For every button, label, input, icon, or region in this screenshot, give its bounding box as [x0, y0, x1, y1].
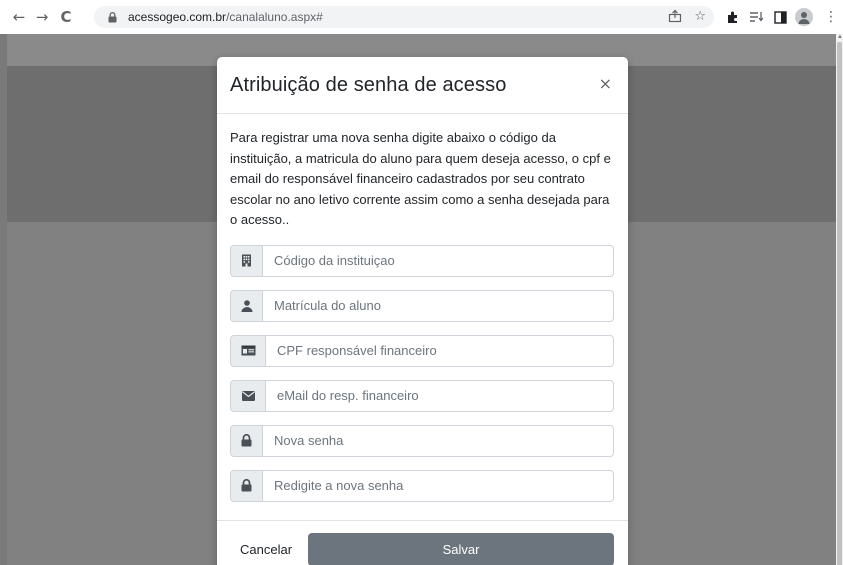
intro-text: Para registrar uma nova senha digite aba… — [230, 130, 611, 227]
new-password-input[interactable] — [263, 424, 614, 457]
id-card-icon — [230, 334, 266, 367]
cpf-input[interactable] — [266, 334, 614, 367]
cpf-row — [230, 334, 615, 367]
profile-avatar-icon[interactable] — [793, 6, 815, 28]
browser-toolbar: ← → C acessogeo.com.br/canalaluno.aspx# … — [0, 0, 843, 34]
forward-arrow-icon[interactable]: → — [31, 6, 53, 28]
extensions-puzzle-icon[interactable] — [722, 6, 744, 28]
url-domain: acessogeo.com.br — [128, 10, 227, 24]
modal-body: Para registrar uma nova senha digite aba… — [217, 114, 628, 502]
back-arrow-icon[interactable]: ← — [8, 6, 30, 28]
new-password-row — [230, 424, 615, 457]
close-icon[interactable]: × — [599, 74, 612, 93]
reload-icon[interactable]: C — [55, 6, 77, 28]
url-path: /canalaluno.aspx# — [226, 10, 323, 24]
user-icon — [230, 289, 263, 322]
password-modal: Atribuição de senha de acesso × Para reg… — [217, 57, 628, 565]
page-scrollbar[interactable]: ▲ — [836, 34, 843, 565]
side-panel-icon[interactable] — [769, 6, 791, 28]
modal-title: Atribuição de senha de acesso — [230, 74, 507, 96]
address-bar[interactable]: acessogeo.com.br/canalaluno.aspx# ☆ — [94, 6, 714, 28]
email-input[interactable] — [266, 379, 614, 412]
envelope-icon — [230, 379, 266, 412]
lock-icon — [230, 424, 263, 457]
scroll-up-arrow-icon[interactable]: ▲ — [837, 34, 843, 40]
student-id-input[interactable] — [263, 289, 614, 322]
confirm-password-input[interactable] — [263, 469, 614, 502]
modal-header: Atribuição de senha de acesso × — [217, 57, 628, 114]
save-button[interactable]: Salvar — [308, 533, 614, 565]
scrollbar-thumb[interactable] — [837, 42, 842, 565]
reading-list-icon[interactable] — [745, 6, 767, 28]
cancel-button[interactable]: Cancelar — [228, 533, 304, 565]
institution-code-row — [230, 244, 615, 277]
modal-footer: Cancelar Salvar — [217, 520, 628, 565]
building-icon — [230, 244, 263, 277]
share-icon[interactable] — [668, 9, 682, 27]
email-row — [230, 379, 615, 412]
lock-icon — [230, 469, 263, 502]
bookmark-star-icon[interactable]: ☆ — [694, 9, 706, 27]
menu-kebab-icon[interactable]: ⋮ — [820, 6, 842, 28]
institution-code-input[interactable] — [263, 244, 614, 277]
secure-lock-icon — [106, 11, 118, 23]
student-id-row — [230, 289, 615, 322]
confirm-password-row — [230, 469, 615, 502]
